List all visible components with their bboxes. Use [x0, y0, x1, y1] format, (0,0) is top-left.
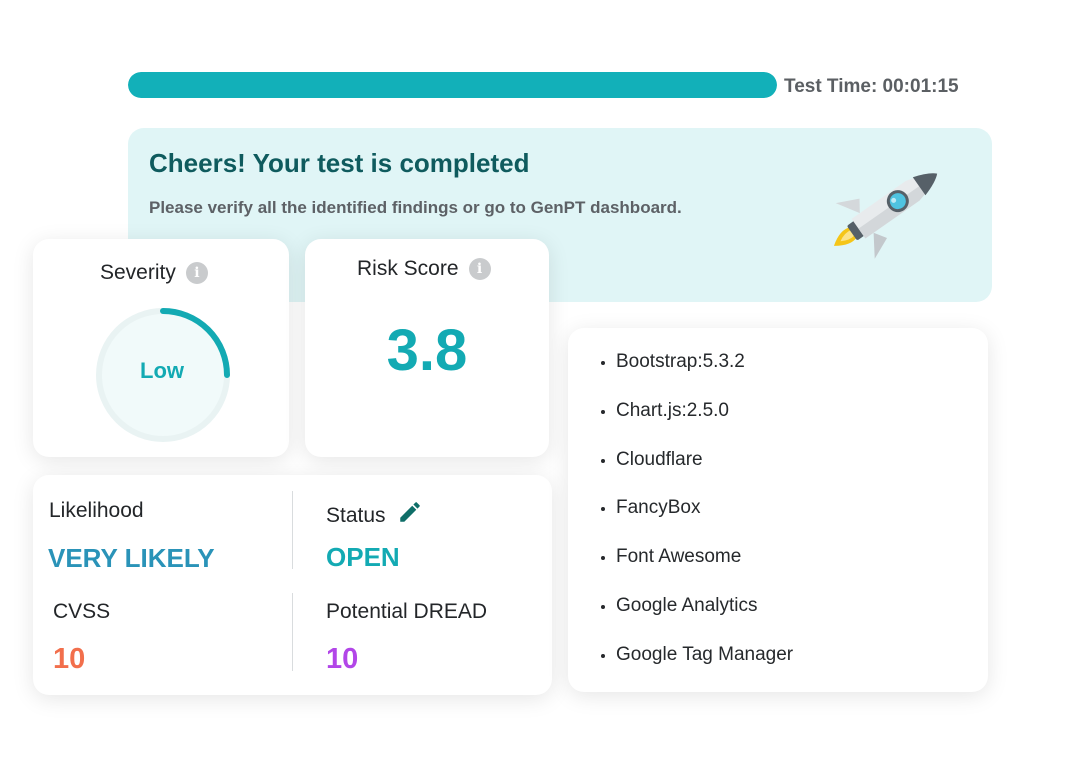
dread-value: 10	[326, 643, 359, 675]
dread-label: Potential DREAD	[326, 600, 488, 623]
risk-score-card: Risk Score i 3.8	[305, 239, 549, 457]
banner-title: Cheers! Your test is completed	[149, 148, 530, 178]
risk-title-row: Risk Score i	[357, 257, 491, 281]
banner-subtitle: Please verify all the identified finding…	[149, 198, 682, 217]
info-icon[interactable]: i	[185, 262, 208, 284]
severity-card: Severity i Low	[33, 239, 289, 457]
list-item: Cloudflare	[616, 448, 793, 497]
test-time: Test Time: 00:01:15	[784, 76, 959, 97]
divider	[292, 593, 293, 671]
list-item: FancyBox	[616, 496, 793, 545]
status-label-row: Status	[326, 499, 423, 528]
list-item: Chart.js:2.5.0	[616, 399, 793, 448]
likelihood-value: VERY LIKELY	[48, 543, 215, 573]
technologies-card: Bootstrap:5.3.2 Chart.js:2.5.0 Cloudflar…	[568, 328, 988, 692]
likelihood-label: Likelihood	[49, 499, 144, 522]
list-item: Google Analytics	[616, 594, 793, 643]
rocket-icon	[833, 173, 938, 259]
info-icon[interactable]: i	[468, 258, 491, 280]
cvss-value: 10	[53, 643, 86, 675]
severity-title-row: Severity i	[100, 261, 208, 285]
test-progress-bar	[128, 72, 777, 98]
technology-list: Bootstrap:5.3.2 Chart.js:2.5.0 Cloudflar…	[592, 350, 793, 692]
severity-value: Low	[140, 358, 184, 383]
test-progress-fill	[128, 72, 777, 98]
list-item: Font Awesome	[616, 545, 793, 594]
list-item: Google Tag Manager	[616, 643, 793, 692]
severity-title: Severity	[100, 261, 176, 284]
edit-icon[interactable]	[397, 499, 423, 525]
cvss-label: CVSS	[53, 600, 111, 623]
status-value: OPEN	[326, 542, 400, 572]
status-label: Status	[326, 504, 386, 527]
divider	[292, 491, 293, 569]
list-item: Bootstrap:5.3.2	[616, 350, 793, 399]
metrics-card: Likelihood VERY LIKELY Status OPEN CVSS …	[33, 475, 552, 695]
risk-score-title: Risk Score	[357, 257, 459, 280]
risk-score-value: 3.8	[386, 318, 468, 383]
